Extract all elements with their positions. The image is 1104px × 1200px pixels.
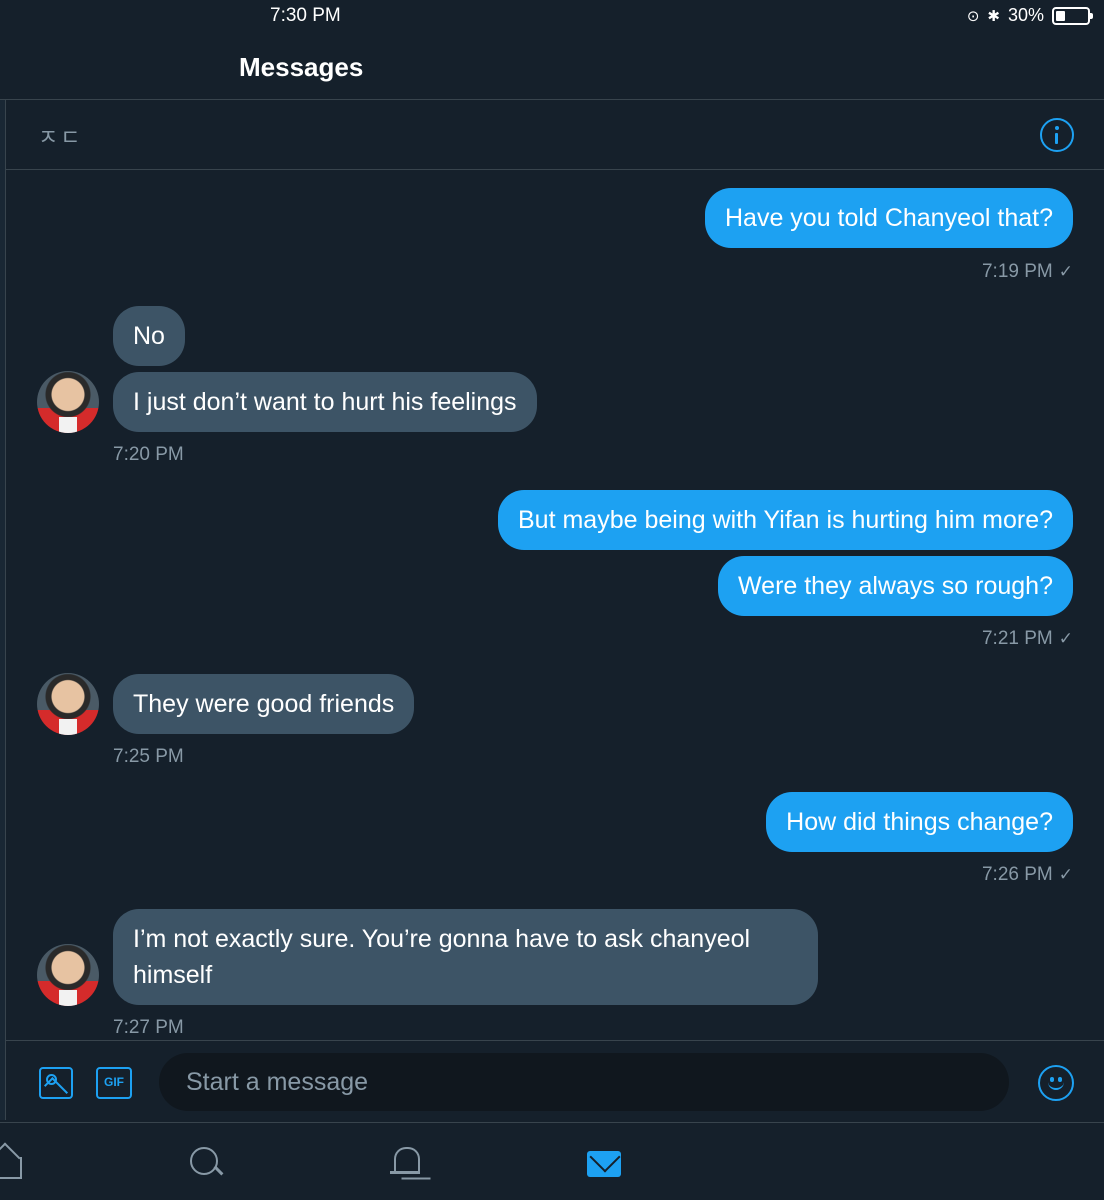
message-timestamp: 7:27 PM [113, 1017, 184, 1038]
message-thread[interactable]: Have you told Chanyeol that? 7:19 PM ✓ No… [6, 171, 1104, 1040]
sent-check-icon: ✓ [1058, 865, 1073, 884]
gif-icon[interactable]: GIF [96, 1067, 132, 1099]
conversation-header: ㅈㄷ [6, 100, 1104, 170]
message-bubble-incoming[interactable]: They were good friends [113, 674, 415, 734]
message-timestamp: 7:19 PM ✓ [982, 261, 1073, 283]
battery-fill [1056, 10, 1065, 21]
mail-icon[interactable] [585, 1143, 625, 1183]
bell-icon[interactable] [386, 1143, 426, 1183]
avatar[interactable] [37, 944, 99, 1006]
search-icon[interactable] [186, 1143, 226, 1183]
message-bubble-incoming[interactable]: No [113, 306, 185, 366]
message-bubble-outgoing[interactable]: Have you told Chanyeol that? [705, 188, 1073, 248]
message-timestamp: 7:25 PM [113, 746, 184, 767]
message-composer: GIF [6, 1040, 1104, 1122]
emoji-mouth [1048, 1081, 1064, 1090]
message-input[interactable] [159, 1053, 1009, 1111]
message-bubble-outgoing[interactable]: Were they always so rough? [718, 556, 1073, 616]
status-time: 7:30 PM [270, 5, 341, 26]
avatar[interactable] [37, 673, 99, 735]
status-indicators: ⊙ ✱ 30% [966, 5, 1093, 26]
timestamp-text: 7:19 PM [981, 261, 1053, 282]
battery-tip [1090, 12, 1093, 19]
tab-bar [0, 1122, 1104, 1200]
home-icon[interactable] [0, 1143, 26, 1183]
message-timestamp: 7:20 PM [113, 444, 184, 465]
avatar[interactable] [37, 371, 99, 433]
message-bubble-outgoing[interactable]: But maybe being with Yifan is hurting hi… [498, 490, 1073, 550]
nav-header: Messages [0, 34, 1104, 100]
conversation-name[interactable]: ㅈㄷ [38, 120, 82, 152]
timestamp-text: 7:21 PM [981, 628, 1053, 649]
message-bubble-incoming[interactable]: I’m not exactly sure. You’re gonna have … [113, 909, 818, 1005]
bluetooth-icon: ✱ [987, 7, 1000, 25]
message-bubble-outgoing[interactable]: How did things change? [766, 792, 1073, 852]
status-bar: 7:30 PM ⊙ ✱ 30% [0, 0, 1104, 34]
sent-check-icon: ✓ [1058, 629, 1073, 648]
sent-check-icon: ✓ [1058, 262, 1073, 281]
message-timestamp: 7:26 PM ✓ [982, 864, 1073, 886]
rotation-lock-icon: ⊙ [966, 7, 980, 25]
message-bubble-incoming[interactable]: I just don’t want to hurt his feelings [113, 372, 537, 432]
page-title: Messages [239, 52, 364, 82]
battery-icon [1052, 6, 1093, 25]
emoji-icon[interactable] [1038, 1065, 1074, 1101]
message-timestamp: 7:21 PM ✓ [982, 628, 1073, 650]
image-icon[interactable] [39, 1067, 73, 1099]
info-icon[interactable] [1040, 118, 1074, 152]
battery-percent: 30% [1007, 5, 1044, 25]
timestamp-text: 7:26 PM [981, 864, 1053, 885]
